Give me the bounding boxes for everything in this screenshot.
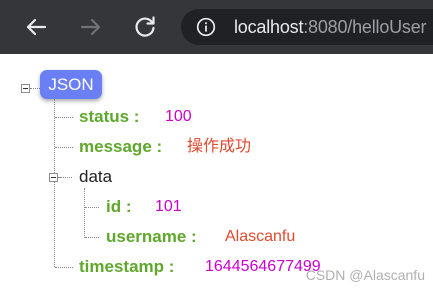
tree-connector: [55, 147, 73, 148]
info-icon[interactable]: [196, 17, 216, 37]
username-value: Alascanfu: [225, 228, 296, 245]
username-key: username :: [106, 227, 197, 246]
tree-connector: [54, 99, 55, 267]
timestamp-value: 1644564677499: [205, 258, 321, 275]
tree-connector: [84, 188, 85, 238]
address-bar[interactable]: localhost:8080/helloUser: [181, 9, 433, 45]
data-key: data: [79, 167, 113, 186]
json-tree-viewer: JSON status : 100 message : 操作成功 data id…: [0, 54, 433, 289]
message-value: 操作成功: [187, 138, 252, 155]
browser-toolbar: localhost:8080/helloUser: [0, 0, 433, 54]
tree-connector: [55, 267, 73, 268]
tree-connector: [55, 117, 73, 118]
collapse-root-toggle-icon[interactable]: [21, 84, 30, 93]
csdn-watermark: CSDN @Alascanfu: [305, 267, 425, 283]
collapse-data-toggle-icon[interactable]: [49, 173, 58, 182]
json-root-badge[interactable]: JSON: [40, 70, 102, 99]
url-path: :8080/helloUser: [303, 17, 427, 37]
url-text[interactable]: localhost:8080/helloUser: [234, 17, 427, 37]
id-key: id :: [106, 197, 132, 216]
reload-icon[interactable]: [130, 12, 160, 42]
tree-connector: [30, 88, 40, 89]
browser-window: localhost:8080/helloUser JSON status : 1…: [0, 0, 433, 289]
back-arrow-icon[interactable]: [21, 12, 51, 42]
id-value: 101: [155, 198, 182, 215]
tree-connector: [58, 177, 72, 178]
forward-arrow-icon[interactable]: [76, 12, 106, 42]
status-value: 100: [165, 108, 192, 125]
status-key: status :: [79, 107, 140, 126]
tree-connector: [85, 237, 99, 238]
tree-connector: [85, 207, 99, 208]
url-host: localhost: [234, 17, 304, 37]
timestamp-key: timestamp :: [79, 257, 175, 276]
message-key: message :: [79, 137, 163, 156]
